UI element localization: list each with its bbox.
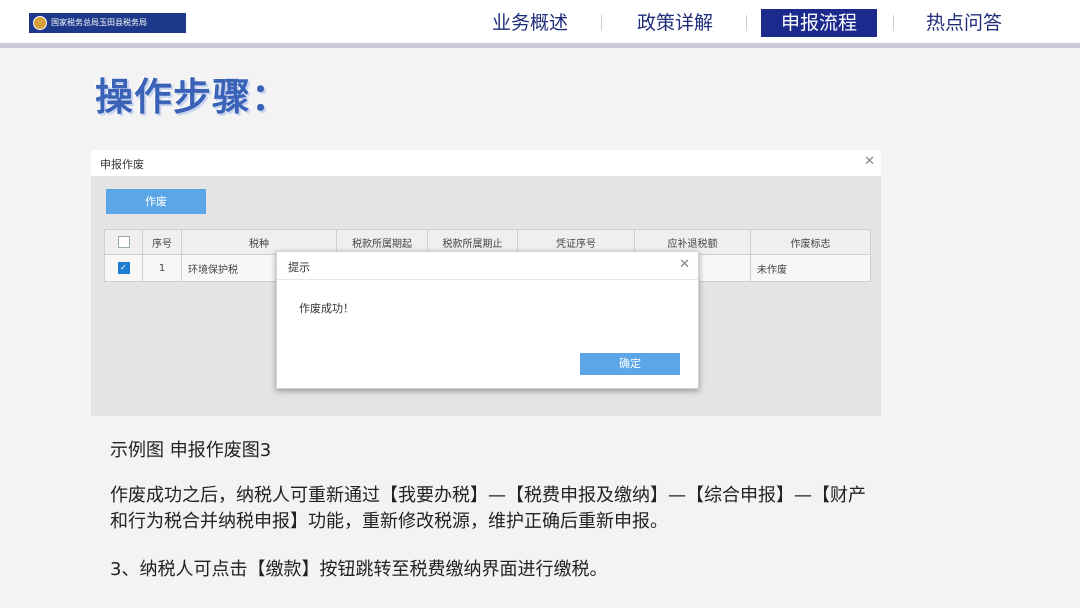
confirm-button[interactable]: 确定: [580, 353, 680, 375]
checkmark-icon: ✓: [117, 262, 130, 274]
window-title-bar: 申报作废 ✕: [91, 150, 881, 176]
figure-caption: 示例图 申报作废图3: [110, 440, 272, 461]
nav-item-faq[interactable]: 热点问答: [914, 9, 1014, 37]
success-dialog: 提示 ✕ 作废成功！ 确定: [276, 251, 699, 389]
window-title: 申报作废: [100, 158, 144, 171]
checkbox-icon: [117, 236, 130, 248]
nav-item-overview[interactable]: 业务概述: [480, 9, 580, 37]
select-all-checkbox[interactable]: [104, 229, 143, 255]
dialog-message: 作废成功！: [299, 302, 354, 315]
column-header: 序号: [142, 229, 182, 255]
close-icon[interactable]: ✕: [679, 257, 690, 272]
instruction-paragraph: 3、纳税人可点击【缴款】按钮跳转至税费缴纳界面进行缴税。: [110, 559, 608, 580]
header-divider: [0, 43, 1080, 48]
section-heading: 操作步骤：: [95, 75, 291, 119]
void-button[interactable]: 作废: [106, 189, 206, 214]
main-nav: 业务概述 政策详解 申报流程 热点问答: [0, 9, 1080, 37]
column-header: 作废标志: [750, 229, 871, 255]
nav-separator: [893, 15, 894, 31]
dialog-title: 提示: [288, 261, 310, 274]
instruction-paragraph: 作废成功之后，纳税人可重新通过【我要办税】—【税费申报及缴纳】—【综合申报】—【…: [110, 485, 866, 532]
nav-item-policy[interactable]: 政策详解: [625, 9, 725, 37]
row-status: 未作废: [750, 254, 871, 282]
row-checkbox[interactable]: ✓: [104, 254, 143, 282]
close-icon[interactable]: ✕: [864, 154, 875, 169]
nav-separator: [601, 15, 602, 31]
dialog-divider: [277, 279, 698, 280]
nav-item-process[interactable]: 申报流程: [761, 9, 877, 37]
nav-separator: [746, 15, 747, 31]
row-index: 1: [142, 254, 182, 282]
